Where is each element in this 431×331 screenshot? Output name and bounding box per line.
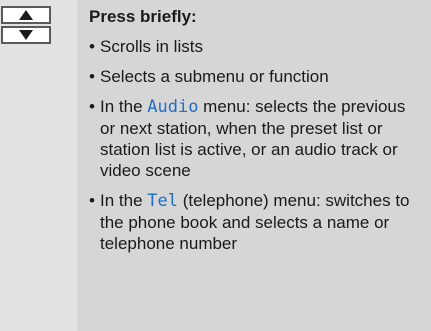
section-heading: Press briefly: [89,7,197,26]
manual-page: Press briefly: Scrolls in lists Selects … [0,0,431,331]
function-list: Scrolls in lists Selects a submenu or fu… [89,36,425,263]
list-item: In the Tel (telephone) menu: switches to… [89,190,425,254]
audio-menu-keyword: Audio [147,97,199,117]
arrow-down-icon [19,30,33,40]
arrow-up-icon [19,10,33,20]
item-text: Selects a submenu or function [100,67,329,86]
list-item: In the Audio menu: selects the previous … [89,96,425,181]
item-text-prefix: In the [100,191,148,210]
tel-menu-keyword: Tel [147,191,178,211]
key-column [0,0,77,331]
up-arrow-key [1,6,51,24]
list-item: Scrolls in lists [89,36,425,57]
down-arrow-key [1,26,51,44]
list-item: Selects a submenu or function [89,66,425,87]
item-text: Scrolls in lists [100,37,203,56]
item-text-prefix: In the [100,97,148,116]
description-column: Press briefly: Scrolls in lists Selects … [77,0,431,331]
